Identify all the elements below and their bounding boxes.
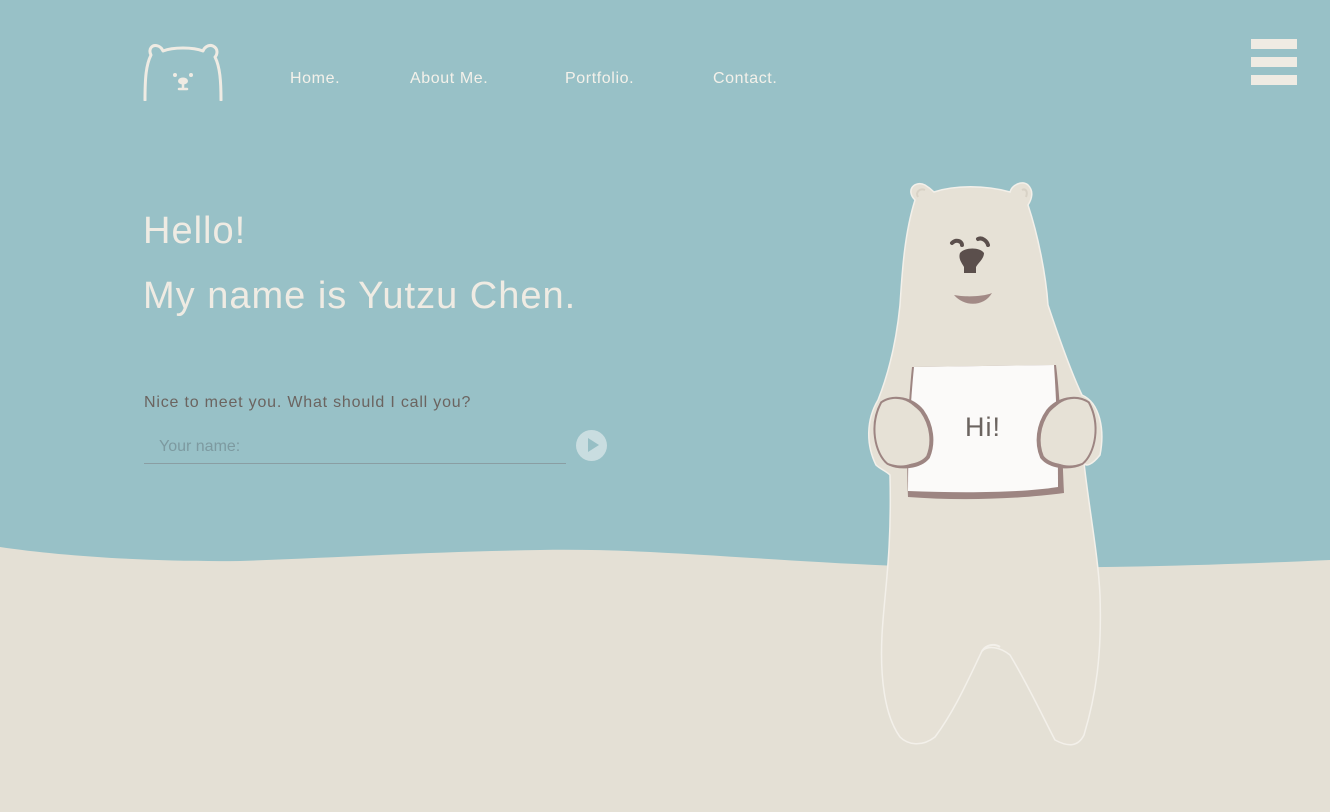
sign-text: Hi!: [965, 412, 1001, 442]
submit-button[interactable]: [576, 430, 607, 461]
polar-bear-illustration: [868, 182, 1103, 746]
name-question: Nice to meet you. What should I call you…: [144, 394, 472, 411]
nav-about-me[interactable]: About Me.: [410, 70, 488, 88]
play-arrow-icon: [588, 438, 599, 452]
nav-home[interactable]: Home.: [290, 70, 340, 88]
menu-bar: [1251, 75, 1297, 85]
menu-bar: [1251, 39, 1297, 49]
intro-heading: My name is Yutzu Chen.: [143, 275, 577, 317]
hamburger-menu-icon[interactable]: [1251, 39, 1297, 85]
bear-head-icon[interactable]: [143, 43, 223, 101]
menu-bar: [1251, 57, 1297, 67]
name-input[interactable]: [144, 430, 566, 464]
greeting-heading: Hello!: [143, 210, 247, 252]
nav-contact[interactable]: Contact.: [713, 70, 777, 88]
nav-portfolio[interactable]: Portfolio.: [565, 70, 634, 88]
